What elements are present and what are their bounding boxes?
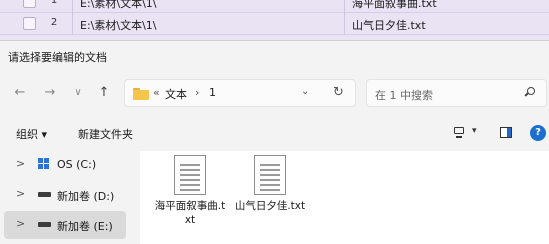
navigation-pane: > OS (C:) > 新加卷 (D:) > 新加卷 (E:) (0, 151, 134, 244)
chevron-right-icon[interactable]: > (16, 217, 25, 230)
row-checkbox[interactable] (23, 0, 36, 8)
breadcrumb-item[interactable]: 文本 (165, 86, 187, 102)
table-row[interactable]: 1 E:\素材\文本\1\ 海平面叙事曲.txt (0, 0, 549, 13)
file-name: 海平面叙事曲.txt (154, 200, 226, 226)
column-divider (344, 0, 345, 13)
text-document-icon (174, 155, 206, 195)
row-number: 2 (50, 17, 58, 28)
windows-drive-icon (38, 158, 49, 169)
column-divider (72, 13, 73, 35)
row-checkbox[interactable] (23, 17, 36, 30)
row-filename: 山气日夕佳.txt (352, 19, 426, 32)
file-item[interactable]: 海平面叙事曲.txt (152, 155, 228, 241)
breadcrumb-overflow[interactable]: « (153, 86, 160, 99)
file-name: 山气日夕佳.txt (234, 200, 306, 212)
sidebar-item-label: 新加卷 (E:) (57, 220, 113, 233)
search-icon[interactable] (524, 87, 536, 98)
open-file-dialog: 请选择要编辑的文档 ← → ∨ ↑ « 文本 › 1 ⌄ ↻ 在 1 中搜索 组… (0, 40, 549, 244)
chevron-right-icon: › (195, 86, 200, 99)
forward-arrow-icon[interactable]: → (40, 83, 60, 103)
up-arrow-icon[interactable]: ↑ (94, 83, 114, 103)
row-path: E:\素材\文本\1\ (80, 19, 157, 32)
file-list: 海平面叙事曲.txt 山气日夕佳.txt (140, 151, 549, 244)
new-folder-button[interactable]: 新建文件夹 (78, 126, 133, 142)
sidebar-item-d-drive[interactable]: > 新加卷 (D:) (4, 181, 126, 209)
command-bar: 组织 ▾ 新建文件夹 ▾ ? (0, 121, 549, 147)
sidebar-item-label: 新加卷 (D:) (57, 190, 115, 203)
folder-icon (133, 88, 149, 100)
column-divider (72, 0, 73, 13)
refresh-icon[interactable]: ↻ (333, 85, 344, 100)
chevron-down-icon[interactable]: ▾ (472, 126, 477, 136)
chevron-right-icon[interactable]: > (16, 157, 25, 170)
row-path: E:\素材\文本\1\ (80, 0, 157, 10)
recent-locations-icon[interactable]: ∨ (68, 83, 88, 103)
chevron-right-icon[interactable]: > (16, 187, 25, 200)
row-number: 1 (50, 0, 58, 6)
sidebar-item-label: OS (C:) (57, 158, 97, 171)
file-item[interactable]: 山气日夕佳.txt (232, 155, 308, 241)
organize-button[interactable]: 组织 ▾ (16, 126, 47, 142)
sidebar-item-c-drive[interactable]: > OS (C:) (4, 151, 126, 179)
text-document-icon (254, 155, 286, 195)
view-options-icon[interactable] (453, 127, 465, 139)
sidebar-item-e-drive[interactable]: > 新加卷 (E:) (4, 211, 126, 239)
breadcrumb-item[interactable]: 1 (209, 86, 216, 99)
dialog-title: 请选择要编辑的文档 (8, 51, 107, 64)
back-arrow-icon[interactable]: ← (10, 83, 30, 103)
column-divider (344, 13, 345, 35)
navigation-bar: ← → ∨ ↑ « 文本 › 1 ⌄ ↻ 在 1 中搜索 (0, 71, 549, 115)
background-file-list: 1 E:\素材\文本\1\ 海平面叙事曲.txt 2 E:\素材\文本\1\ 山… (0, 0, 549, 40)
table-row[interactable]: 2 E:\素材\文本\1\ 山气日夕佳.txt (0, 13, 549, 35)
help-icon[interactable]: ? (530, 125, 546, 141)
preview-pane-icon[interactable] (500, 127, 512, 138)
search-input[interactable]: 在 1 中搜索 (375, 87, 433, 103)
drive-icon (38, 222, 51, 227)
address-bar[interactable]: « 文本 › 1 ⌄ ↻ (124, 79, 356, 107)
chevron-down-icon[interactable]: ⌄ (301, 86, 309, 97)
drive-icon (38, 192, 51, 197)
search-box[interactable]: 在 1 中搜索 (366, 79, 547, 107)
row-filename: 海平面叙事曲.txt (352, 0, 437, 10)
